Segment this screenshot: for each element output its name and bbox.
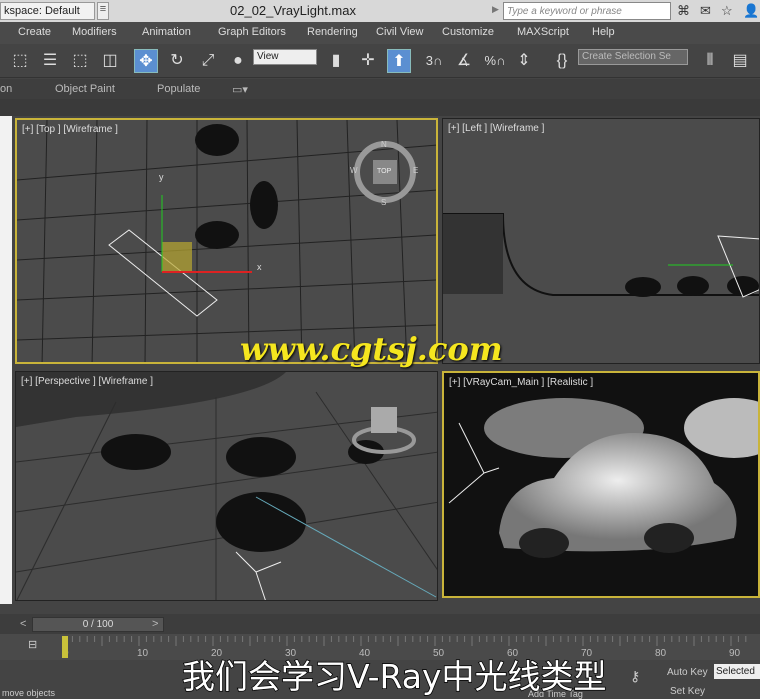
expand-icon[interactable]: ▶ (492, 4, 499, 15)
search-input[interactable]: Type a keyword or phrase (503, 2, 671, 20)
named-selection-dropdown[interactable]: Create Selection Se (578, 49, 688, 65)
scale-icon[interactable]: ⤢ (196, 49, 220, 73)
snap-percent-label: % (484, 53, 497, 68)
pivot-icon[interactable]: ▮ (324, 49, 348, 73)
viewport-label[interactable]: [+] [Perspective ] [Wireframe ] (21, 376, 153, 387)
time-marker[interactable] (62, 636, 68, 658)
menu-graph-editors[interactable]: Graph Editors (218, 26, 286, 38)
ribbon-tab-populate[interactable]: Populate (157, 83, 200, 95)
viewport-top[interactable]: [+] [Top ] [Wireframe ] y x TOP N S E W (15, 118, 438, 364)
window-title: 02_02_VrayLight.max (230, 3, 356, 18)
viewport-label[interactable]: [+] [Left ] [Wireframe ] (448, 123, 544, 134)
title-bar: kspace: Default ≡ 02_02_VrayLight.max ▶ … (0, 0, 760, 22)
rect-region-icon[interactable]: ⬚ (68, 49, 92, 73)
main-toolbar: ⬚ ☰ ⬚ ◫ ✥ ↻ ⤢ ● View ▮ ✛ ⬆ 3∩ ∡ %∩ ⇕ {} … (0, 44, 760, 78)
star-icon[interactable]: ☆ (721, 3, 733, 19)
menu-create[interactable]: Create (18, 26, 51, 38)
percent-snap-icon[interactable]: %∩ (483, 49, 507, 73)
auto-key-button[interactable]: Auto Key (667, 667, 708, 678)
select-by-name-icon[interactable]: ☰ (38, 49, 62, 73)
menu-help[interactable]: Help (592, 26, 615, 38)
time-slider[interactable]: 0 / 100 (32, 617, 164, 632)
menu-customize[interactable]: Customize (442, 26, 494, 38)
communication-icon[interactable]: ✉ (700, 3, 711, 19)
ribbon-panel (0, 99, 760, 116)
prev-frame-icon[interactable]: < (20, 618, 26, 630)
curve-editor-icon[interactable]: ⊟ (28, 638, 37, 651)
compass-e: E (413, 166, 419, 175)
status-prompt: move objects (2, 688, 56, 698)
ribbon-tab-object-paint[interactable]: Object Paint (55, 83, 115, 95)
tick-label: 80 (655, 648, 667, 659)
watermark: www.cgtsj.com (240, 330, 503, 368)
viewport-label[interactable]: [+] [Top ] [Wireframe ] (22, 124, 118, 135)
reference-coordinate-dropdown[interactable]: View (253, 49, 317, 65)
top-viewport-scene: y x (17, 120, 436, 362)
place-icon[interactable]: ● (226, 49, 250, 73)
compass-w: W (350, 166, 358, 175)
key-icon[interactable]: ⚷ (630, 668, 640, 685)
ribbon-options-icon[interactable]: ▭▾ (232, 83, 248, 96)
menu-modifiers[interactable]: Modifiers (72, 26, 117, 38)
viewport-label[interactable]: [+] [VRayCam_Main ] [Realistic ] (449, 377, 593, 388)
tick-label: 90 (729, 648, 741, 659)
viewport-perspective[interactable]: [+] [Perspective ] [Wireframe ] (15, 371, 438, 601)
set-key-button[interactable]: Set Key (670, 686, 705, 697)
viewport-left[interactable]: [+] [Left ] [Wireframe ] (442, 118, 760, 364)
angle-snap-icon[interactable]: ∡ (452, 49, 476, 73)
snap-toggle-icon[interactable]: 3∩ (422, 49, 446, 73)
menu-animation[interactable]: Animation (142, 26, 191, 38)
next-frame-icon[interactable]: > (152, 618, 158, 630)
transform-center-icon[interactable]: ✛ (356, 49, 380, 73)
tick-label: 10 (137, 648, 149, 659)
menu-bar: Create Modifiers Animation Graph Editors… (0, 22, 760, 44)
align-icon[interactable]: ▤ (728, 49, 752, 73)
compass-s: S (381, 198, 387, 207)
window-crossing-icon[interactable]: ◫ (98, 49, 122, 73)
perspective-viewport-scene (16, 372, 437, 600)
spinner-snap-icon[interactable]: ⇕ (512, 49, 536, 73)
axis-y-label: y (159, 172, 164, 182)
binoculars-icon[interactable]: ⌘ (677, 3, 690, 19)
scene-explorer-panel (0, 116, 12, 604)
axis-x-label: x (257, 262, 262, 272)
move-icon[interactable]: ✥ (134, 49, 158, 73)
mirror-icon[interactable]: ⫴ (698, 49, 722, 73)
edit-named-selection-icon[interactable]: {} (550, 49, 574, 73)
camera-viewport-render (448, 398, 758, 558)
select-object-icon[interactable]: ⬚ (8, 49, 32, 73)
menu-rendering[interactable]: Rendering (307, 26, 358, 38)
subtitle: 我们会学习V-Ray中光线类型 (181, 656, 607, 697)
key-filter-dropdown[interactable]: Selected (714, 664, 760, 679)
user-icon[interactable]: 👤 (743, 3, 759, 19)
snap-3-label: 3 (425, 53, 433, 68)
menu-civil-view[interactable]: Civil View (376, 26, 423, 38)
quick-access-menu[interactable]: ≡ (97, 2, 109, 20)
ribbon-tab-selection[interactable]: on (0, 83, 12, 95)
viewcube-face[interactable]: TOP (377, 168, 391, 175)
menu-maxscript[interactable]: MAXScript (517, 26, 569, 38)
left-viewport-scene (443, 213, 759, 298)
keyboard-shortcut-override-icon[interactable]: ⬆ (387, 49, 411, 73)
workspace-dropdown[interactable]: kspace: Default (0, 2, 95, 20)
ribbon-tabs: on Object Paint Populate ▭▾ (0, 79, 760, 99)
compass-n: N (381, 140, 387, 149)
rotate-icon[interactable]: ↻ (165, 49, 189, 73)
viewport-camera[interactable]: [+] [VRayCam_Main ] [Realistic ] (442, 371, 760, 598)
